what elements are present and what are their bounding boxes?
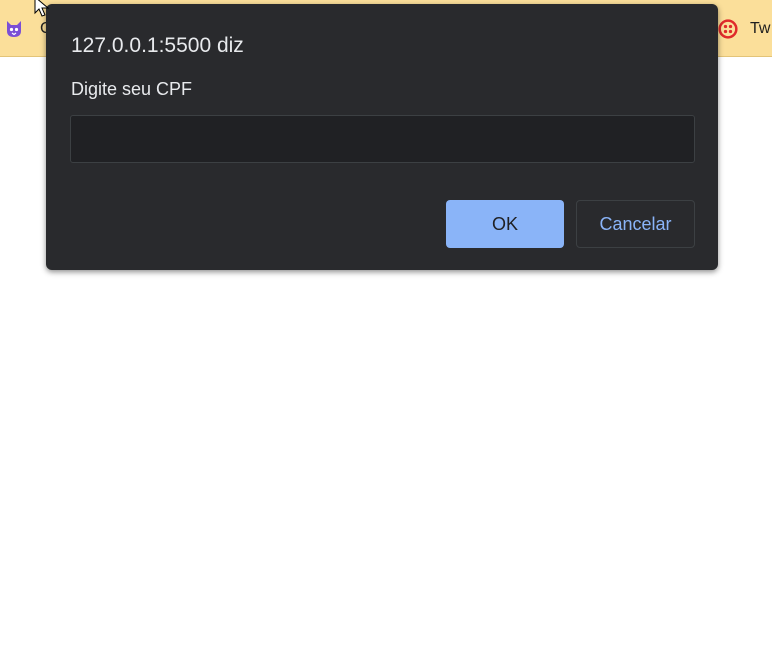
ok-button[interactable]: OK	[446, 200, 564, 248]
purple-cat-icon	[4, 19, 24, 39]
twilio-icon	[718, 18, 738, 39]
prompt-dialog: 127.0.0.1:5500 diz Digite seu CPF OK Can…	[46, 4, 718, 270]
dialog-title: 127.0.0.1:5500 diz	[71, 34, 244, 57]
cancel-button[interactable]: Cancelar	[576, 200, 695, 248]
bookmark-label: Tw	[750, 19, 771, 37]
mouse-cursor-icon	[34, 0, 50, 17]
dialog-message: Digite seu CPF	[71, 79, 193, 99]
bookmark-item[interactable]: Tw	[718, 0, 770, 57]
cpf-input[interactable]	[70, 115, 695, 163]
